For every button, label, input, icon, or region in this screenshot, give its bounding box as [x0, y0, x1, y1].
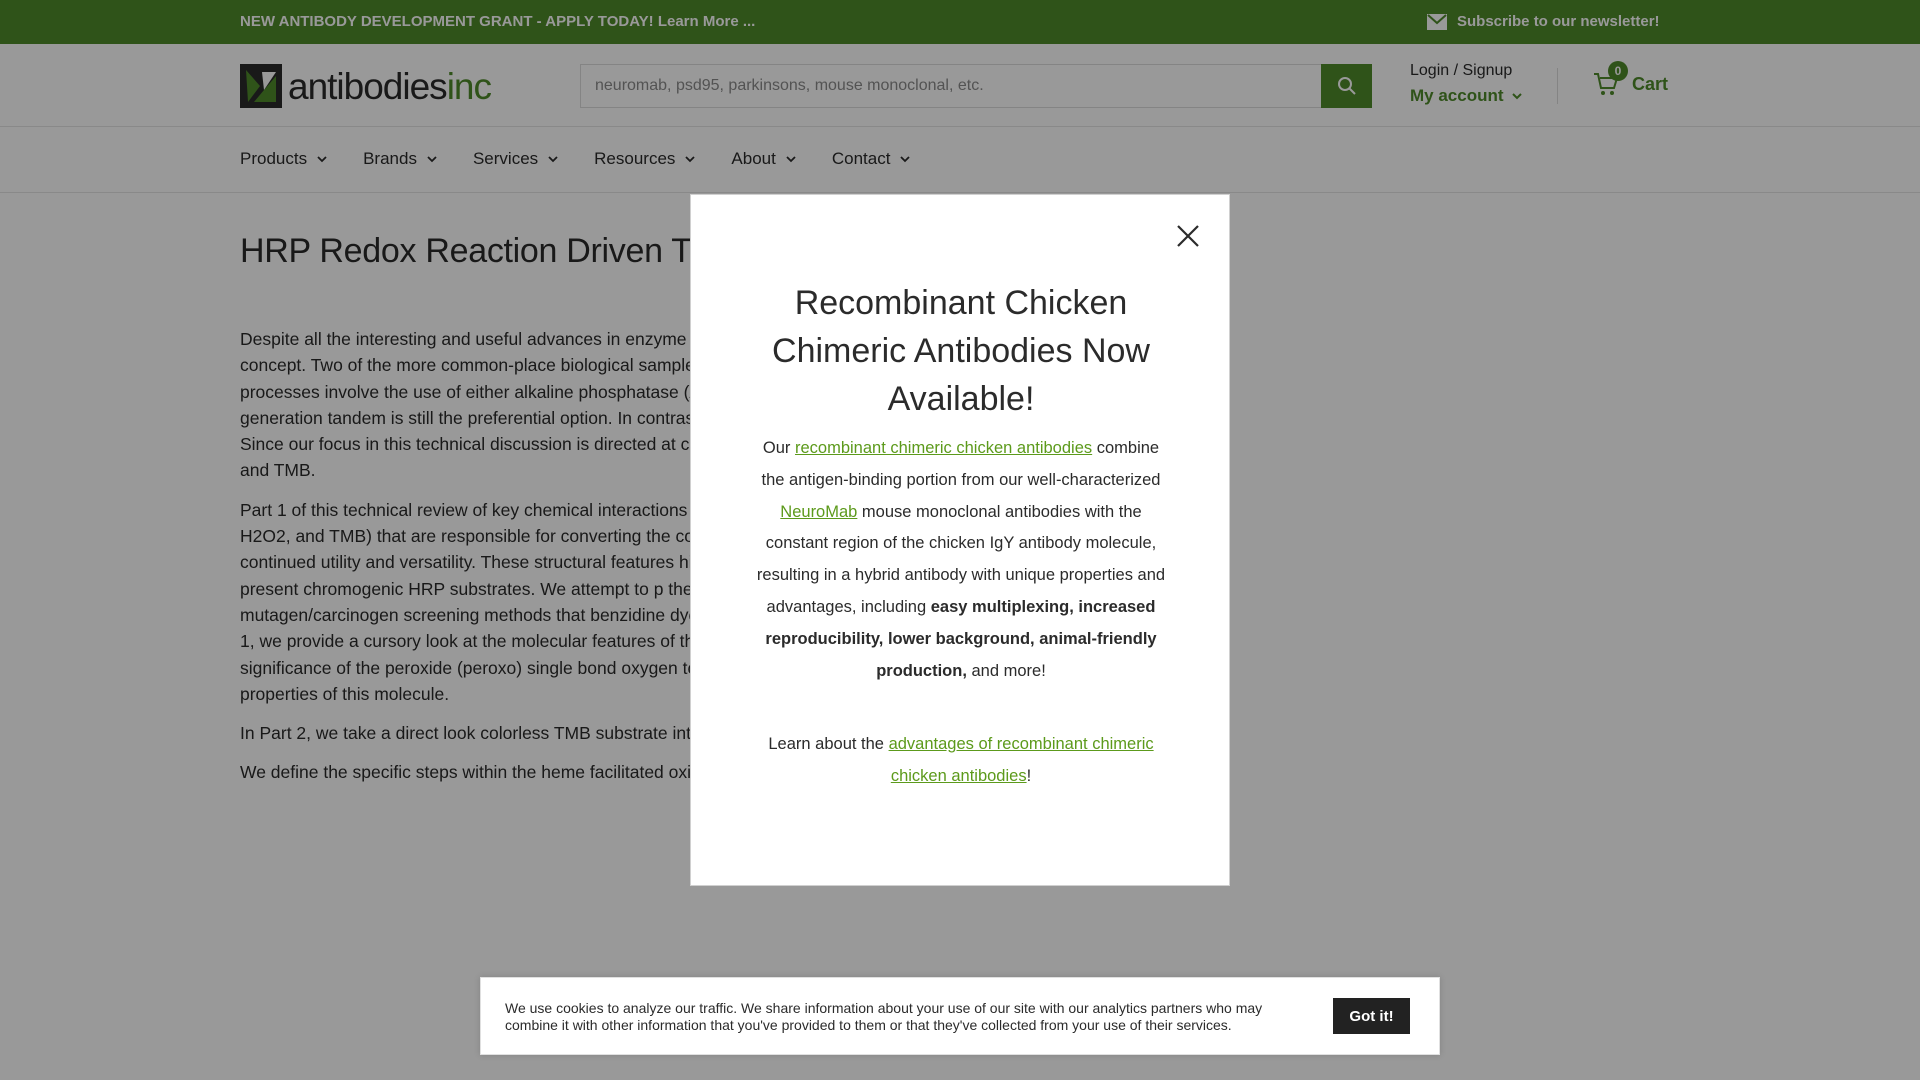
cookie-text: We use cookies to analyze our traffic. W…: [505, 1000, 1263, 1033]
modal-body: Our recombinant chimeric chicken antibod…: [751, 433, 1171, 687]
advantages-link[interactable]: advantages of recombinant chimeric chick…: [889, 735, 1154, 785]
cookie-banner: We use cookies to analyze our traffic. W…: [480, 977, 1440, 1055]
neuromab-link[interactable]: NeuroMab: [780, 503, 857, 521]
modal-title: Recombinant Chicken Chimeric Antibodies …: [772, 284, 1150, 418]
close-icon[interactable]: [1175, 223, 1201, 249]
modal-body-text: and more!: [966, 661, 1046, 680]
cookie-accept-button[interactable]: Got it!: [1333, 998, 1410, 1034]
modal-learn-more: Learn about the advantages of recombinan…: [751, 729, 1171, 793]
modal-learn-prefix: Learn about the: [768, 735, 889, 753]
recombinant-antibodies-link[interactable]: recombinant chimeric chicken antibodies: [795, 439, 1092, 457]
modal-body-text: Our: [762, 439, 795, 457]
promo-modal: Recombinant Chicken Chimeric Antibodies …: [690, 194, 1230, 886]
modal-learn-suffix: !: [1026, 766, 1032, 785]
